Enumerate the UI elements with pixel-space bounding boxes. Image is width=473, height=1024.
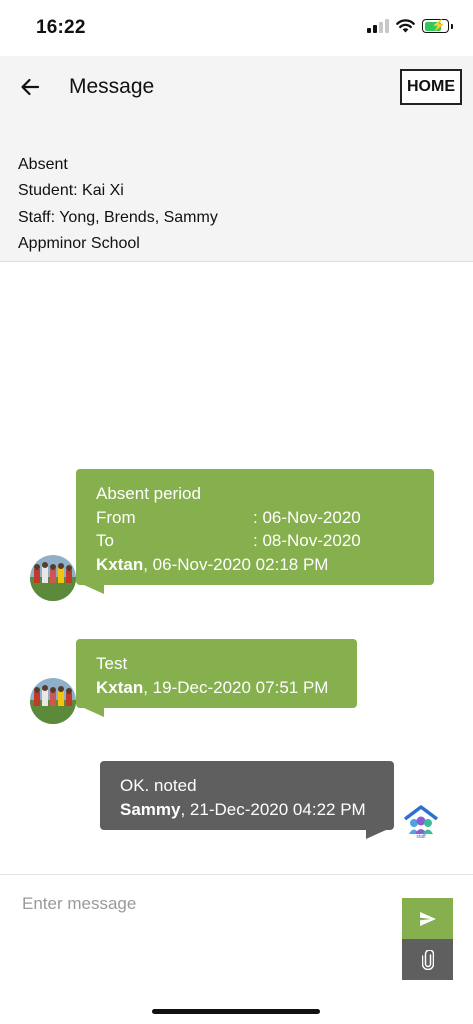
wifi-icon [396,19,415,33]
battery-cap [451,23,453,29]
message-timestamp: , 06-Nov-2020 02:18 PM [143,554,329,574]
message-bubble: OK. noted Sammy, 21-Dec-2020 04:22 PM [100,761,394,830]
battery-icon: ⚡ [422,18,449,33]
chat-area[interactable]: Absent period From : 06-Nov-2020 To : 08… [0,263,473,873]
composer [0,874,473,1024]
to-label: To [96,531,114,550]
bubble-tail [84,585,104,594]
sender-name: Sammy [120,799,181,819]
info-student: Student: Kai Xi [18,182,124,200]
message-text: Test [96,654,128,673]
send-button[interactable] [402,898,453,939]
back-button[interactable] [14,70,46,104]
attach-button[interactable] [402,939,453,980]
status-icons: ⚡ [367,18,453,33]
message-meta: Kxtan, 06-Nov-2020 02:18 PM [96,553,414,577]
message-text: Absent period [96,484,201,503]
avatar [30,678,76,724]
avatar [30,555,76,601]
from-label: From [96,507,136,527]
to-value: : 08-Nov-2020 [253,531,361,550]
info-school: Appminor School [18,234,140,252]
message-info: Absent Student: Kai Xi Staff: Yong, Bren… [18,152,218,257]
status-time: 16:22 [36,17,86,38]
signal-icon [367,19,389,33]
home-indicator [152,1009,320,1014]
sender-name: Kxtan [96,677,144,697]
page-title: Message [69,75,155,98]
message-meta: Sammy, 21-Dec-2020 04:22 PM [120,798,374,822]
status-bar: 16:22 ⚡ [0,0,473,56]
message-input[interactable] [22,889,382,919]
info-type: Absent [18,156,68,173]
info-staff: Staff: Yong, Brends, Sammy [18,208,218,226]
home-button[interactable]: HOME [400,69,462,105]
staff-avatar-label: staff [416,834,426,840]
app-header: Message HOME Absent Student: Kai Xi Staf… [0,56,473,262]
message-bubble: Test Kxtan, 19-Dec-2020 07:51 PM [76,639,357,708]
send-icon [419,911,436,926]
message-meta: Kxtan, 19-Dec-2020 07:51 PM [96,676,337,700]
message-timestamp: , 21-Dec-2020 04:22 PM [180,799,366,819]
paperclip-icon [421,949,434,970]
bubble-tail [366,830,386,839]
back-arrow-icon [21,78,40,96]
message-bubble: Absent period From : 06-Nov-2020 To : 08… [76,469,434,585]
sender-name: Kxtan [96,554,144,574]
to-row: To : 08-Nov-2020 [96,529,414,553]
staff-avatar: staff [403,805,439,841]
message-timestamp: , 19-Dec-2020 07:51 PM [143,677,329,697]
from-value: : 06-Nov-2020 [253,507,361,527]
from-row: From : 06-Nov-2020 [96,506,414,530]
message-text: OK. noted [120,776,197,795]
bubble-tail [84,708,104,717]
